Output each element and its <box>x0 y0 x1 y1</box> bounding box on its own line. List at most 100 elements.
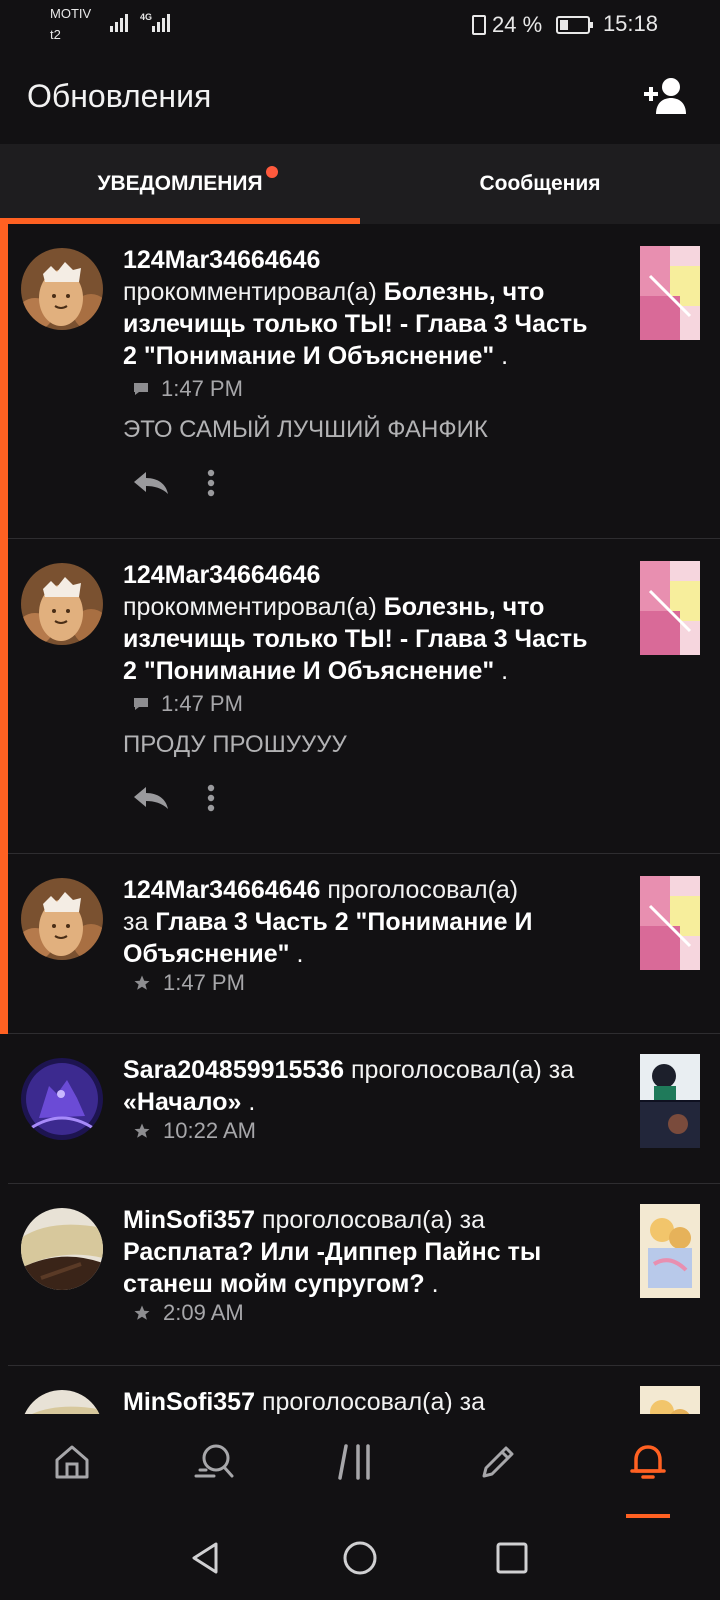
story-cover-thumbnail[interactable] <box>640 876 700 970</box>
username[interactable]: MinSofi357 <box>123 1388 255 1414</box>
story-title-cont[interactable]: Объяснение" <box>123 940 290 968</box>
avatar[interactable] <box>21 248 103 330</box>
avatar[interactable] <box>21 878 103 960</box>
avatar[interactable] <box>21 1058 103 1140</box>
sentence-dot: . <box>296 940 304 968</box>
timestamp: 1:47 PM <box>163 970 245 995</box>
action-verb: проголосовал(а) за <box>351 1056 575 1084</box>
egg-avatar-image <box>21 248 103 330</box>
notification-item[interactable]: MinSofi357 проголосовал(а) за Расплата? … <box>0 1184 720 1366</box>
action-prefix: за <box>123 908 149 936</box>
more-options-button[interactable] <box>206 468 216 498</box>
story-cover-image <box>640 246 700 340</box>
bell-icon <box>630 1445 666 1479</box>
story-cover-image <box>640 1204 700 1298</box>
story-cover-thumbnail[interactable] <box>640 246 700 340</box>
avatar[interactable] <box>21 1208 103 1290</box>
reply-button[interactable] <box>130 468 170 498</box>
avatar[interactable] <box>21 1390 103 1414</box>
nav-notifications-button[interactable] <box>618 1432 678 1492</box>
battery-percent: 24 % <box>492 12 543 37</box>
story-title-cont[interactable]: излечищь только ТЫ! - Глава 3 Часть <box>123 310 588 338</box>
timestamp: 10:22 AM <box>163 1118 256 1143</box>
story-title-cont-2[interactable]: 2 "Понимание И Объяснение" <box>123 657 494 685</box>
username[interactable]: 124Mar34664646 <box>123 246 320 274</box>
notification-item[interactable]: 124Mar34664646 прокомментировал(а) Болез… <box>0 224 720 539</box>
tab-messages-label: Сообщения <box>479 172 601 195</box>
story-cover-thumbnail[interactable] <box>640 1054 700 1148</box>
nav-home-button[interactable] <box>42 1432 102 1492</box>
add-user-button[interactable] <box>642 76 690 116</box>
story-title[interactable]: Болезнь, что <box>384 593 545 621</box>
notification-meta: 2:09 AM <box>133 1300 244 1326</box>
action-verb: проголосовал(а) <box>327 876 519 904</box>
unread-dot <box>266 166 278 178</box>
username[interactable]: MinSofi357 <box>123 1206 255 1234</box>
timestamp: 2:09 AM <box>163 1300 244 1325</box>
comment-actions <box>130 468 216 498</box>
story-cover-image <box>640 876 700 970</box>
action-verb: проголосовал(а) за <box>261 1206 486 1234</box>
comment-text: ПРОДУ ПРОШУУУУ <box>123 731 347 758</box>
story-title[interactable]: «Начало» <box>123 1088 241 1116</box>
story-cover-image <box>640 1054 700 1148</box>
story-cover-image <box>640 1386 700 1414</box>
sentence-dot: . <box>501 342 509 370</box>
reply-button[interactable] <box>130 783 170 813</box>
story-cover-thumbnail[interactable] <box>640 1204 700 1298</box>
username[interactable]: Sara204859915536 <box>123 1056 344 1084</box>
notification-text: MinSofi357 проголосовал(а) за <box>123 1386 623 1414</box>
system-recents-button[interactable] <box>490 1536 534 1580</box>
action-verb: прокомментировал(а) <box>123 593 377 621</box>
system-back-button[interactable] <box>184 1536 228 1580</box>
username[interactable]: 124Mar34664646 <box>123 876 320 904</box>
add-user-icon <box>644 78 686 114</box>
nav-library-button[interactable] <box>326 1432 386 1492</box>
story-title-cont[interactable]: излечищь только ТЫ! - Глава 3 Часть <box>123 625 588 653</box>
notification-item[interactable]: Sara204859915536 проголосовал(а) за «Нач… <box>0 1034 720 1184</box>
screen: MOTIV t2 4G 24 % 15:18 Обновления УВЕДОМ… <box>0 0 720 1600</box>
more-options-button[interactable] <box>206 783 216 813</box>
vibrate-icon <box>472 15 486 35</box>
username[interactable]: 124Mar34664646 <box>123 561 320 589</box>
egg-avatar-image <box>21 878 103 960</box>
story-cover-thumbnail[interactable] <box>640 561 700 655</box>
notification-text: 124Mar34664646 прокомментировал(а) Болез… <box>123 559 623 687</box>
battery-icon <box>556 16 594 34</box>
star-icon <box>134 1123 150 1138</box>
library-icon <box>338 1444 370 1480</box>
story-title[interactable]: Болезнь, что <box>384 278 545 306</box>
bottom-navigation <box>0 1414 720 1520</box>
notification-list[interactable]: 124Mar34664646 прокомментировал(а) Болез… <box>0 224 720 1414</box>
signal-strength-icon <box>110 12 128 32</box>
anime-avatar-image <box>21 1208 103 1290</box>
tab-messages[interactable]: Сообщения <box>360 144 720 224</box>
notification-item[interactable]: 124Mar34664646 прокомментировал(а) Болез… <box>0 539 720 854</box>
recents-square-icon <box>496 1542 528 1574</box>
carrier-secondary-label: t2 <box>50 27 61 42</box>
star-icon <box>134 1305 150 1320</box>
notification-meta: 1:47 PM <box>133 691 243 717</box>
tab-notifications[interactable]: УВЕДОМЛЕНИЯ <box>0 144 360 224</box>
notification-meta: 1:47 PM <box>133 970 245 996</box>
nav-search-button[interactable] <box>184 1432 244 1492</box>
notification-meta: 1:47 PM <box>133 376 243 402</box>
nav-write-button[interactable] <box>468 1432 528 1492</box>
story-title-cont-2[interactable]: 2 "Понимание И Объяснение" <box>123 342 494 370</box>
avatar[interactable] <box>21 563 103 645</box>
network-type-label: 4G <box>140 12 153 22</box>
story-title-cont[interactable]: станеш мойм супругом? <box>123 1270 425 1298</box>
tab-notifications-label: УВЕДОМЛЕНИЯ <box>97 172 263 195</box>
notification-text: Sara204859915536 проголосовал(а) за «Нач… <box>123 1054 623 1118</box>
egg-avatar-image <box>21 563 103 645</box>
story-cover-thumbnail[interactable] <box>640 1386 700 1414</box>
notification-item[interactable]: 124Mar34664646 проголосовал(а) за Глава … <box>0 854 720 1034</box>
story-title[interactable]: Расплата? Или -Диппер Пайнс ты <box>123 1238 541 1266</box>
system-home-button[interactable] <box>338 1536 382 1580</box>
notification-text: MinSofi357 проголосовал(а) за Расплата? … <box>123 1204 623 1300</box>
notification-item[interactable]: MinSofi357 проголосовал(а) за <box>0 1366 720 1414</box>
tab-bar: УВЕДОМЛЕНИЯ Сообщения <box>0 144 720 224</box>
comment-icon <box>134 383 148 395</box>
status-bar: MOTIV t2 4G 24 % 15:18 <box>0 0 720 50</box>
story-title[interactable]: Глава 3 Часть 2 "Понимание И <box>155 908 532 936</box>
